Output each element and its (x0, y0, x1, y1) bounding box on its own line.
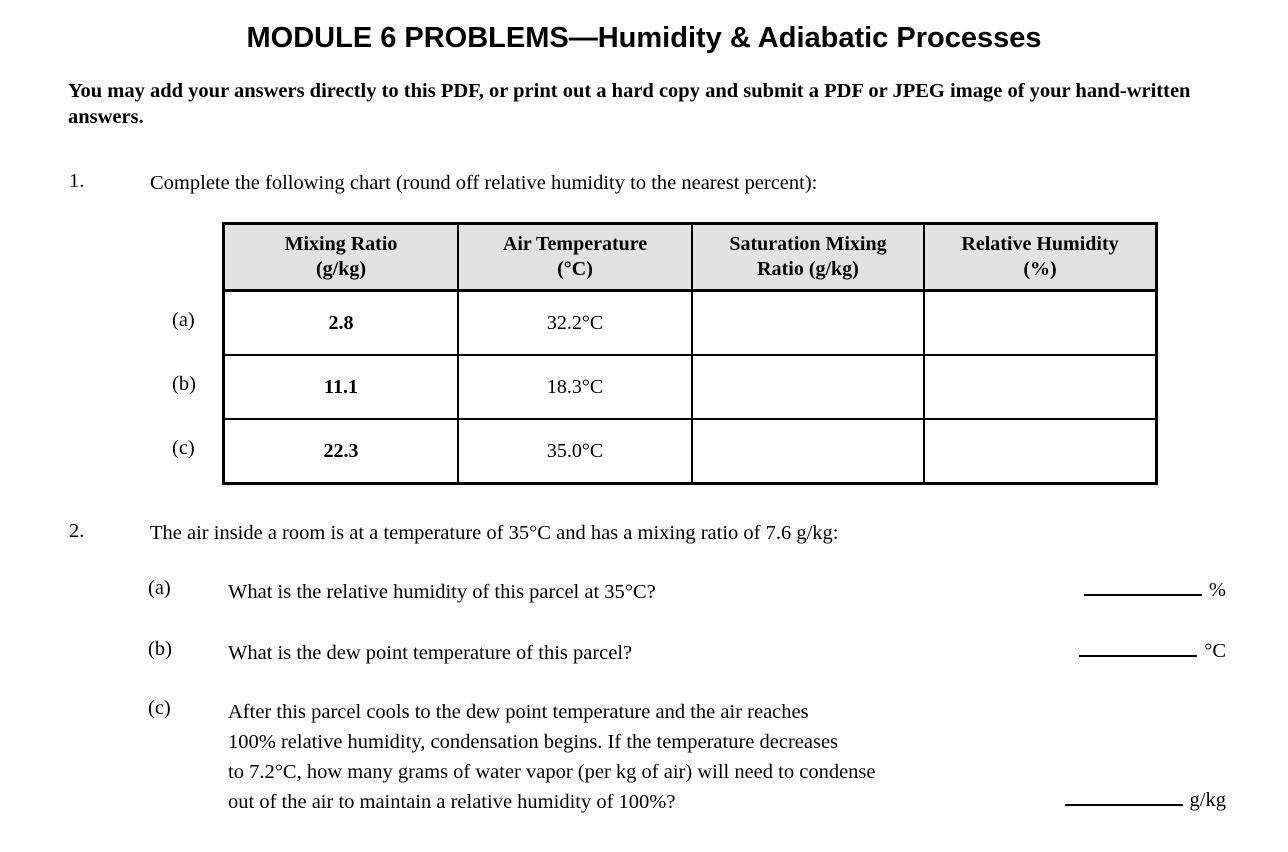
column-header-relative-humidity: Relative Humidity (%) (923, 222, 1158, 292)
cell-mixing-ratio-c: 22.3 (222, 418, 459, 485)
cell-relative-humidity-c[interactable] (923, 418, 1158, 485)
answer-blank-a[interactable] (1083, 577, 1202, 596)
column-header-mixing-ratio-line2: (g/kg) (316, 258, 366, 280)
cell-saturation-mixing-ratio-c[interactable] (691, 418, 925, 485)
answer-blank-b[interactable] (1079, 638, 1198, 657)
question-2-prompt: The air inside a room is at a temperatur… (150, 522, 839, 544)
question-2-part-c-line-4: out of the air to maintain a relative hu… (228, 791, 676, 813)
table-header: Mixing Ratio (g/kg) Air Temperature (°C)… (222, 222, 1158, 292)
question-2-part-a-tag: (a) (148, 577, 171, 599)
question-2-part-b-tag: (b) (148, 638, 172, 660)
column-header-saturation-mixing-ratio: Saturation Mixing Ratio (g/kg) (691, 222, 925, 292)
column-header-mixing-ratio: Mixing Ratio (g/kg) (222, 222, 459, 292)
document-page: MODULE 6 PROBLEMS—Humidity & Adiabatic P… (0, 0, 1288, 852)
table-row: 11.1 18.3°C (222, 354, 1158, 420)
humidity-chart-table: Mixing Ratio (g/kg) Air Temperature (°C)… (222, 222, 1158, 485)
column-header-saturation-mixing-ratio-line2: Ratio (g/kg) (757, 258, 859, 280)
question-2-part-c-tag: (c) (148, 697, 171, 719)
answer-blank-row-a: % (1083, 577, 1226, 602)
page-title: MODULE 6 PROBLEMS—Humidity & Adiabatic P… (246, 22, 1042, 54)
question-2-part-c-line-1: After this parcel cools to the dew point… (228, 701, 809, 723)
cell-air-temperature-b: 18.3°C (457, 354, 693, 420)
answer-unit-b: °C (1204, 640, 1226, 662)
cell-air-temperature-c: 35.0°C (457, 418, 693, 485)
table-body: 2.8 32.2°C 11.1 18.3°C 22.3 35.0°C (222, 289, 1158, 485)
answer-unit-a: % (1208, 579, 1226, 601)
column-header-saturation-mixing-ratio-line1: Saturation Mixing (729, 233, 887, 255)
cell-air-temperature-a: 32.2°C (457, 289, 693, 356)
question-2-part-b-line-1: What is the dew point temperature of thi… (228, 642, 633, 664)
cell-relative-humidity-a[interactable] (923, 289, 1158, 356)
table-header-row: Mixing Ratio (g/kg) Air Temperature (°C)… (222, 222, 1158, 292)
answer-blank-c[interactable] (1064, 787, 1183, 806)
column-header-relative-humidity-line2: (%) (1023, 258, 1057, 280)
intro-paragraph: You may add your answers directly to thi… (68, 80, 1191, 128)
question-2-number: 2. (69, 520, 85, 542)
column-header-relative-humidity-line1: Relative Humidity (961, 233, 1119, 255)
question-2-part-a-text: What is the relative humidity of this pa… (228, 577, 656, 607)
cell-mixing-ratio-b: 11.1 (222, 354, 459, 420)
table-row: 22.3 35.0°C (222, 418, 1158, 485)
table-row-tag-c: (c) (172, 437, 195, 459)
question-1-number: 1. (69, 170, 85, 192)
humidity-chart-table-wrapper: Mixing Ratio (g/kg) Air Temperature (°C)… (222, 222, 1158, 485)
answer-blank-row-c: g/kg (1064, 787, 1226, 812)
table-row: 2.8 32.2°C (222, 289, 1158, 356)
cell-saturation-mixing-ratio-b[interactable] (691, 354, 925, 420)
column-header-air-temperature-line2: (°C) (557, 258, 593, 280)
cell-relative-humidity-b[interactable] (923, 354, 1158, 420)
table-row-tag-b: (b) (172, 373, 196, 395)
answer-blank-row-b: °C (1079, 638, 1226, 663)
question-2-part-a-line-1: What is the relative humidity of this pa… (228, 581, 656, 603)
column-header-mixing-ratio-line1: Mixing Ratio (284, 233, 398, 255)
table-row-tag-a: (a) (172, 309, 195, 331)
question-2-part-c-line-2: 100% relative humidity, condensation beg… (228, 731, 839, 753)
column-header-air-temperature-line1: Air Temperature (502, 233, 648, 255)
cell-saturation-mixing-ratio-a[interactable] (691, 289, 925, 356)
question-1-prompt: Complete the following chart (round off … (150, 172, 818, 194)
cell-mixing-ratio-a: 2.8 (222, 289, 459, 356)
column-header-air-temperature: Air Temperature (°C) (457, 222, 693, 292)
question-2-part-c-line-3: to 7.2°C, how many grams of water vapor … (228, 761, 876, 783)
question-2-part-c-text: After this parcel cools to the dew point… (228, 697, 876, 817)
question-2-part-b-text: What is the dew point temperature of thi… (228, 638, 632, 668)
answer-unit-c: g/kg (1189, 789, 1226, 811)
